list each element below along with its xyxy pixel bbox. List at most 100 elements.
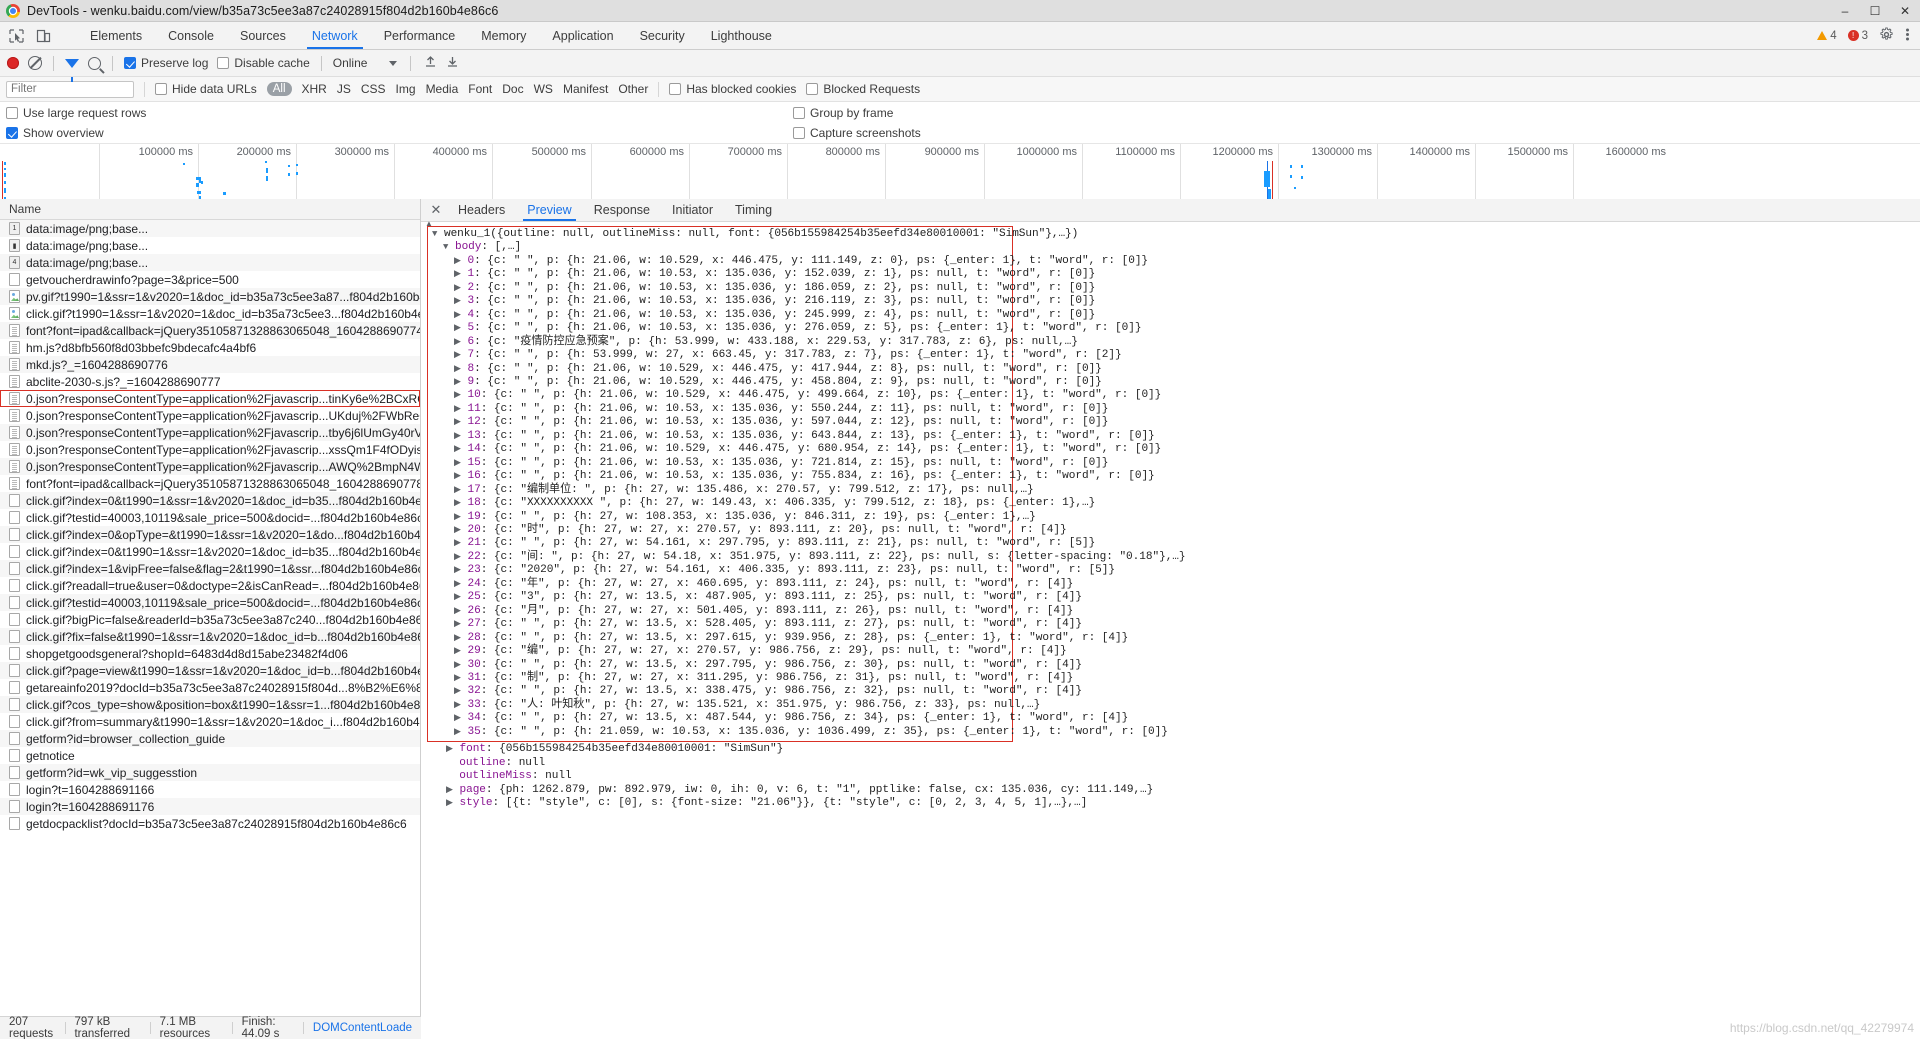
request-row[interactable]: 0.json?responseContentType=application%2… xyxy=(0,407,420,424)
filter-input[interactable] xyxy=(6,80,134,98)
upload-arrow-icon[interactable] xyxy=(424,55,437,71)
preserve-log-checkbox[interactable] xyxy=(124,57,136,69)
disclosure-triangle-icon[interactable]: ▶ xyxy=(454,646,461,656)
search-icon[interactable] xyxy=(88,56,101,70)
disclosure-triangle-icon[interactable]: ▶ xyxy=(454,633,461,643)
request-row[interactable]: click.gif?page=view&t1990=1&ssr=1&v2020=… xyxy=(0,662,420,679)
disclosure-triangle-icon[interactable]: ▼ xyxy=(432,229,437,239)
json-line[interactable]: ▶ 3: {c: " ", p: {h: 21.06, w: 10.53, x:… xyxy=(428,295,1095,308)
tab-sources[interactable]: Sources xyxy=(227,22,299,49)
type-filter-font[interactable]: Font xyxy=(468,82,492,96)
disclosure-triangle-icon[interactable]: ▶ xyxy=(454,727,461,737)
request-row[interactable]: 0.json?responseContentType=application%2… xyxy=(0,458,420,475)
close-button[interactable]: ✕ xyxy=(1890,0,1920,22)
preview-json-viewer[interactable]: ▼ wenku_1({outline: null, outlineMiss: n… xyxy=(421,222,1920,1016)
type-filter-media[interactable]: Media xyxy=(426,82,459,96)
json-line[interactable]: ▶ 10: {c: " ", p: {h: 21.06, w: 10.529, … xyxy=(428,389,1161,402)
record-icon[interactable] xyxy=(7,57,19,69)
disclosure-triangle-icon[interactable]: ▶ xyxy=(454,592,461,602)
disclosure-triangle-icon[interactable]: ▶ xyxy=(454,512,461,522)
json-line[interactable]: outline: null xyxy=(431,757,1031,770)
disclosure-triangle-icon[interactable]: ▶ xyxy=(454,498,461,508)
use-large-request-rows-option[interactable]: Use large request rows xyxy=(6,106,146,120)
disable-cache-checkbox[interactable] xyxy=(217,57,230,69)
request-row[interactable]: click.gif?index=0&t1990=1&ssr=1&v2020=1&… xyxy=(0,543,420,560)
use-large-request-rows-checkbox[interactable] xyxy=(6,106,18,119)
json-line[interactable]: ▶ 8: {c: " ", p: {h: 21.06, w: 10.529, x… xyxy=(428,363,1102,376)
json-line[interactable]: ▶ 6: {c: "疫情防控应急预案", p: {h: 53.999, w: 4… xyxy=(428,336,1078,349)
warning-badge[interactable]: 4 xyxy=(1817,30,1837,42)
json-line[interactable]: ▼ body: [,…] xyxy=(428,241,1012,254)
json-line[interactable]: ▶ 34: {c: " ", p: {h: 27, w: 13.5, x: 48… xyxy=(428,712,1128,725)
disclosure-triangle-icon[interactable]: ▶ xyxy=(446,798,453,808)
request-row[interactable]: click.gif?cos_type=show&position=box&t19… xyxy=(0,696,420,713)
show-overview-option[interactable]: Show overview xyxy=(6,126,104,140)
group-by-frame-option[interactable]: Group by frame xyxy=(793,106,893,120)
disclosure-triangle-icon[interactable]: ▶ xyxy=(454,431,461,441)
request-row[interactable]: login?t=1604288691176 xyxy=(0,798,420,815)
disclosure-triangle-icon[interactable]: ▶ xyxy=(454,525,461,535)
disclosure-triangle-icon[interactable]: ▶ xyxy=(454,579,461,589)
tab-console[interactable]: Console xyxy=(155,22,227,49)
json-line[interactable]: ▶ 21: {c: " ", p: {h: 27, w: 54.161, x: … xyxy=(428,537,1095,550)
blocked-requests-checkbox[interactable] xyxy=(806,83,819,95)
json-line[interactable]: ▶ 16: {c: " ", p: {h: 21.06, w: 10.53, x… xyxy=(428,470,1155,483)
request-row[interactable]: font?font=ipad&callback=jQuery3510587132… xyxy=(0,475,420,492)
disclosure-triangle-icon[interactable]: ▶ xyxy=(454,323,461,333)
json-line[interactable]: ▶ 2: {c: " ", p: {h: 21.06, w: 10.53, x:… xyxy=(428,282,1095,295)
request-row[interactable]: getdocpacklist?docId=b35a73c5ee3a87c2402… xyxy=(0,815,420,832)
capture-screenshots-checkbox[interactable] xyxy=(793,127,805,139)
column-header-name[interactable]: Name xyxy=(9,202,41,216)
json-line[interactable]: ▶ 26: {c: "月", p: {h: 27, w: 27, x: 501.… xyxy=(428,605,1073,618)
type-filter-doc[interactable]: Doc xyxy=(502,82,523,96)
json-line[interactable]: ▶ 31: {c: "制", p: {h: 27, w: 27, x: 311.… xyxy=(428,672,1073,685)
tab-preview[interactable]: Preview xyxy=(516,199,582,221)
request-row[interactable]: 1 data:image/png;base... xyxy=(0,220,420,237)
request-row[interactable]: mkd.js?_=1604288690776 xyxy=(0,356,420,373)
type-filter-xhr[interactable]: XHR xyxy=(302,82,327,96)
json-line[interactable]: ▼ wenku_1({outline: null, outlineMiss: n… xyxy=(428,228,1078,241)
disable-cache-option[interactable]: Disable cache xyxy=(217,56,310,70)
has-blocked-cookies-checkbox[interactable] xyxy=(669,83,682,95)
disclosure-triangle-icon[interactable]: ▶ xyxy=(454,350,461,360)
gear-icon[interactable] xyxy=(1879,26,1894,45)
blocked-requests-option[interactable]: Blocked Requests xyxy=(806,82,920,96)
request-row[interactable]: hm.js?d8bfb560f8d03bbefc9bdecafc4a4bf6 xyxy=(0,339,420,356)
request-row[interactable]: getform?id=wk_vip_suggesstion xyxy=(0,764,420,781)
disclosure-triangle-icon[interactable]: ▼ xyxy=(443,242,448,252)
json-line[interactable]: ▶ 12: {c: " ", p: {h: 21.06, w: 10.53, x… xyxy=(428,416,1108,429)
funnel-icon[interactable] xyxy=(65,58,79,82)
request-row[interactable]: click.gif?from=summary&t1990=1&ssr=1&v20… xyxy=(0,713,420,730)
json-line[interactable]: ▶ 23: {c: "2020", p: {h: 27, w: 54.161, … xyxy=(428,564,1115,577)
minimize-button[interactable]: – xyxy=(1830,0,1860,22)
disclosure-triangle-icon[interactable]: ▶ xyxy=(454,296,461,306)
disclosure-triangle-icon[interactable]: ▶ xyxy=(454,283,461,293)
download-arrow-icon[interactable] xyxy=(446,55,459,71)
request-row[interactable]: 0.json?responseContentType=application%2… xyxy=(0,441,420,458)
type-filter-manifest[interactable]: Manifest xyxy=(563,82,608,96)
json-line[interactable]: ▶ 19: {c: " ", p: {h: 27, w: 108.353, x:… xyxy=(428,511,1036,524)
request-row[interactable]: pv.gif?t1990=1&ssr=1&v2020=1&doc_id=b35a… xyxy=(0,288,420,305)
disclosure-triangle-icon[interactable]: ▶ xyxy=(454,552,461,562)
show-overview-checkbox[interactable] xyxy=(6,127,18,139)
json-line[interactable]: ▶ 15: {c: " ", p: {h: 21.06, w: 10.53, x… xyxy=(428,457,1108,470)
json-line[interactable]: ▶ 25: {c: "3", p: {h: 27, w: 13.5, x: 48… xyxy=(428,591,1082,604)
request-row[interactable]: 0.json?responseContentType=application%2… xyxy=(0,390,420,407)
type-filter-all[interactable]: All xyxy=(266,82,292,96)
json-line[interactable]: ▶ page: {ph: 1262.879, pw: 892.979, iw: … xyxy=(431,784,1153,797)
tab-elements[interactable]: Elements xyxy=(77,22,155,49)
disclosure-triangle-icon[interactable]: ▶ xyxy=(446,744,453,754)
disclosure-triangle-icon[interactable]: ▶ xyxy=(454,256,461,266)
json-line[interactable]: ▶ 18: {c: "XXXXXXXXXX ", p: {h: 27, w: 1… xyxy=(428,497,1095,510)
json-line[interactable]: ▶ 29: {c: "编", p: {h: 27, w: 27, x: 270.… xyxy=(428,645,1067,658)
request-row[interactable]: getform?id=browser_collection_guide xyxy=(0,730,420,747)
type-filter-js[interactable]: JS xyxy=(337,82,351,96)
disclosure-triangle-icon[interactable]: ▶ xyxy=(454,364,461,374)
json-line[interactable]: ▶ font: {056b155984254b35eefd34e80010001… xyxy=(431,743,1031,756)
request-row[interactable]: click.gif?index=0&opType=&t1990=1&ssr=1&… xyxy=(0,526,420,543)
request-row[interactable]: 4 data:image/png;base... xyxy=(0,254,420,271)
disclosure-triangle-icon[interactable]: ▶ xyxy=(454,269,461,279)
request-row[interactable]: click.gif?testid=40003,10119&sale_price=… xyxy=(0,509,420,526)
tab-memory[interactable]: Memory xyxy=(468,22,539,49)
json-line[interactable]: ▶ 20: {c: "时", p: {h: 27, w: 27, x: 270.… xyxy=(428,524,1067,537)
